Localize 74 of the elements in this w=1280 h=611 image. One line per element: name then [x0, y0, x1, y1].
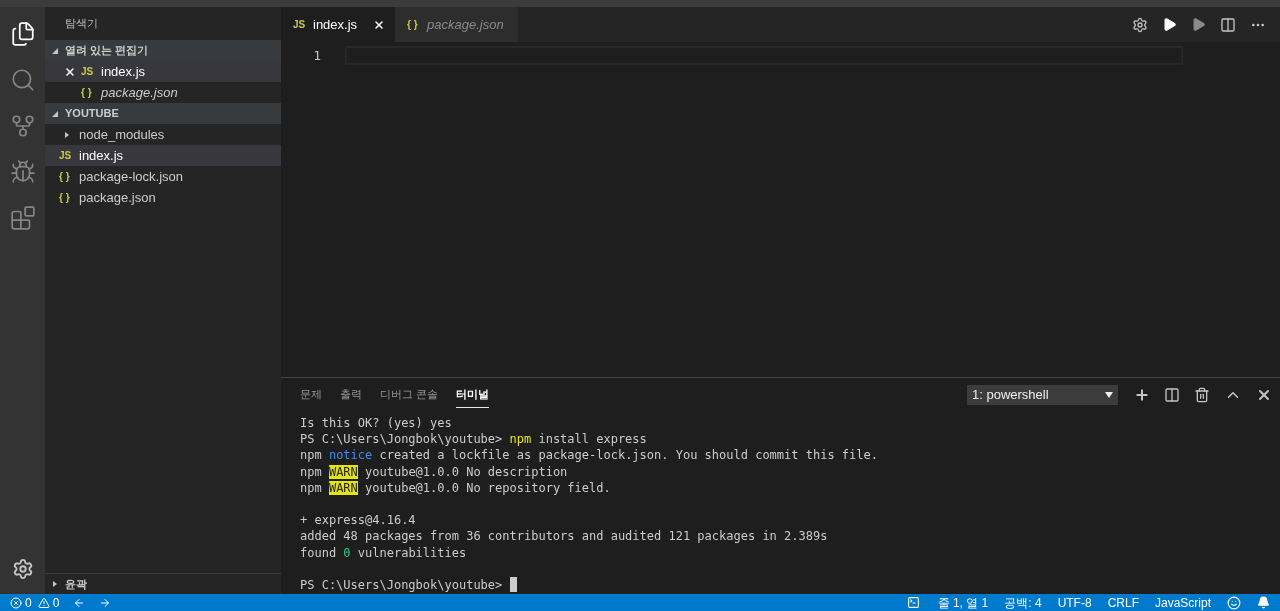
line-number: 1	[312, 47, 321, 65]
close-icon[interactable]	[63, 65, 77, 78]
file-item[interactable]: { } package-lock.json	[45, 166, 281, 187]
terminal-line: npm notice created a lockfile as package-lock.json. You should commit this file.	[300, 447, 878, 464]
file-name: index.js	[101, 62, 146, 81]
file-name: index.js	[79, 146, 124, 165]
tab-name: index.js	[313, 15, 359, 34]
blocks-icon[interactable]	[9, 205, 36, 231]
collapsed-caret-icon	[51, 580, 59, 588]
file-name: node_modules	[79, 125, 165, 144]
tab-name: package.json	[427, 15, 505, 34]
file-type-glyph: { }	[407, 18, 419, 32]
section-header[interactable]: YOUTUBE	[45, 103, 281, 124]
file-name: package.json	[79, 188, 156, 207]
error-count[interactable]: 0	[25, 593, 32, 611]
back-icon[interactable]	[73, 596, 86, 609]
add-icon[interactable]	[1134, 386, 1150, 403]
file-type-glyph: JS	[59, 149, 73, 163]
terminal-line: Is this OK? (yes) yes	[300, 415, 452, 432]
sidebar-title: 탐색기	[65, 16, 98, 32]
file-type-glyph: { }	[59, 191, 71, 205]
bell-icon[interactable]	[1257, 596, 1270, 609]
editor-tab[interactable]: { } package.json	[395, 7, 518, 42]
terminal-line: added 48 packages from 36 contributors and audited 121 packages in 2.389s	[300, 528, 828, 545]
status-item[interactable]: 줄 1, 열 1	[937, 593, 989, 611]
bug-icon[interactable]	[9, 159, 36, 185]
file-type-glyph: { }	[59, 170, 71, 184]
status-item[interactable]: CRLF	[1107, 593, 1139, 611]
smiley-icon[interactable]	[1227, 595, 1241, 610]
close-icon[interactable]	[373, 18, 385, 31]
warning-count[interactable]: 0	[52, 593, 60, 611]
files-icon[interactable]	[9, 21, 36, 47]
trash-icon[interactable]	[1194, 386, 1210, 403]
settings-icon[interactable]	[1132, 16, 1148, 33]
editor-tab[interactable]: JS index.js	[281, 7, 395, 42]
terminal-line: PS C:\Users\Jongbok\youtube> npm install express	[300, 431, 647, 448]
terminal-line: npm WARN youtube@1.0.0 No repository field.	[300, 479, 611, 496]
play-icon[interactable]	[1162, 17, 1177, 32]
file-type-glyph: { }	[81, 86, 93, 100]
cursor	[509, 577, 517, 593]
terminal-select[interactable]: 1: powershell	[967, 384, 1118, 405]
collapsed-caret-icon	[63, 130, 71, 139]
file-item[interactable]: JS index.js	[45, 61, 281, 82]
warning-icon[interactable]	[37, 596, 50, 609]
status-item[interactable]: JavaScript	[1154, 593, 1211, 611]
dropdown-caret-icon	[1105, 391, 1113, 398]
file-item[interactable]: { } package.json	[45, 82, 281, 103]
file-name: package-lock.json	[79, 167, 184, 186]
status-item[interactable]: 공백: 4	[1004, 593, 1042, 611]
split-terminal-icon[interactable]	[1164, 386, 1180, 403]
file-item[interactable]: JS index.js	[45, 145, 281, 166]
panel-tab[interactable]: 터미널	[456, 381, 490, 408]
file-item[interactable]: node_modules	[45, 124, 281, 145]
file-name: package.json	[101, 83, 178, 102]
terminal-line: PS C:\Users\Jongbok\youtube>	[300, 576, 504, 594]
terminal-line: npm WARN youtube@1.0.0 No description	[300, 463, 568, 480]
split-editor-icon[interactable]	[1220, 16, 1236, 33]
section-header[interactable]: 열려 있는 편집기	[45, 40, 281, 61]
error-icon[interactable]	[10, 596, 22, 609]
file-type-glyph: JS	[81, 65, 95, 79]
expanded-caret-icon	[51, 109, 59, 118]
file-item[interactable]: { } package.json	[45, 187, 281, 208]
terminal-line: found 0 vulnerabilities	[300, 544, 467, 561]
panel-tab[interactable]: 출력	[340, 381, 362, 408]
settings-icon[interactable]	[11, 558, 34, 580]
terminal-line: + express@4.16.4	[300, 512, 416, 529]
file-type-glyph: JS	[293, 18, 307, 32]
status-item[interactable]: UTF-8	[1057, 593, 1092, 611]
panel-tab[interactable]: 디버그 콘솔	[380, 381, 439, 408]
panel-tab[interactable]: 문제	[300, 381, 322, 408]
search-icon[interactable]	[9, 67, 36, 93]
branch-icon[interactable]	[9, 113, 36, 139]
expanded-caret-icon	[51, 46, 59, 55]
terminal-icon[interactable]	[906, 596, 920, 609]
